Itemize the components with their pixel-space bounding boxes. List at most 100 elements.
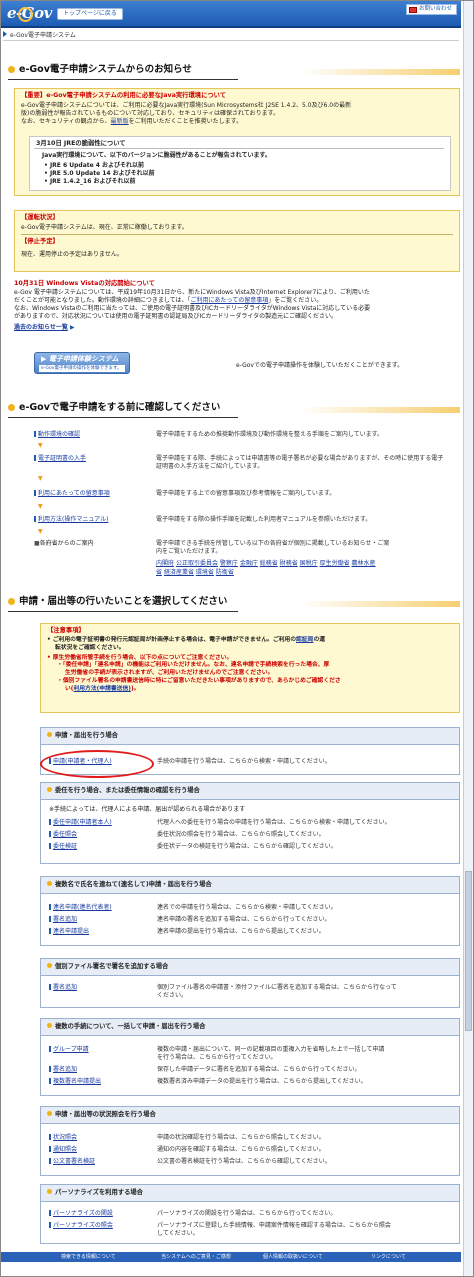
experience-system-button[interactable]: ▶ 電子申請体験システム e-Gov電子申請の操作を体験できます。 [34,352,130,374]
check-item-manual[interactable]: 利用方法(操作マニュアル) [34,516,109,524]
agency-link[interactable]: 警察庁 [220,560,238,567]
jre-version-list: • JRE 6 Update 4 およびそれ以前 • JRE 5.0 Updat… [44,162,155,186]
agency-link[interactable]: 内閣府 [156,560,174,567]
top-page-button[interactable]: トップページに戻る [57,8,123,20]
footer-link[interactable]: 検索できる情報について [61,1252,116,1262]
latest-version-link[interactable]: 最新版 [111,118,129,125]
check-item-link[interactable]: 利用方法(操作マニュアル) [38,516,109,523]
breadcrumb-text: e-Gov電子申請システム [10,32,76,39]
jre-version-item: • JRE 6 Update 4 およびそれ以前 [44,162,145,169]
footer-link[interactable]: 個人情報の取扱いについて [263,1252,323,1262]
past-news-row: 過去のお知らせ一覧 ▶ [14,324,460,332]
group-title: 複数の手続について、一括して申請・届出を行う場合 [55,1023,206,1030]
agency-links-row2: 省 経済産業省 環境省 防衛省 [156,569,456,577]
agency-links: 内閣府 公正取引委員会 警察庁 金融庁 総務省 財務省 国税庁 厚生労働省 農林… [156,560,456,568]
agency-link[interactable]: 環境省 [196,569,214,576]
check-item-link[interactable]: 利用にあたっての留意事項 [38,490,110,497]
agency-link[interactable]: 防衛省 [216,569,234,576]
group-header: 複数名で氏名を連ねて(連名して)申請・届出を行う場合 [41,877,459,894]
group-row-link[interactable]: パーソナライズの関設 [53,1210,113,1217]
agency-link[interactable]: 厚生労働省 [320,560,350,567]
group-row-desc: 委任状データの検証を行う場合は、こちらから確認してください。 [157,843,337,850]
agency-link[interactable]: 農林水産 [352,560,376,567]
experience-text: e-Govでの電子申請操作を体験していただくことができます。 [236,362,404,369]
agency-link[interactable]: 総務省 [260,560,278,567]
heading-underline [8,611,238,612]
footer-link[interactable]: リンクについて [371,1252,406,1262]
group-row-link[interactable]: 署名追加 [53,984,77,991]
check-item-cert[interactable]: 電子証明書の入手 [34,455,86,463]
caution-b2s2b: い(利用方法(申請書送信))。 [47,686,457,694]
group-title: 委任を行う場合、または委任情報の確認を行う場合 [55,787,200,794]
agency-link[interactable]: 経済産業省 [164,569,194,576]
group-row[interactable]: 委任申請(申請者本人) [49,819,112,827]
group-row[interactable]: 署名追加 [49,916,77,924]
agency-link[interactable]: 国税庁 [300,560,318,567]
inquiry-link[interactable]: お問い合わせ [405,4,457,15]
group-row-link[interactable]: 状況照会 [53,1134,77,1141]
vista-notice: 10月31日 Windows Vistaの対応開始について e-Gov 電子申請… [14,280,460,332]
agency-link[interactable]: 公正取引委員会 [176,560,218,567]
check-item-link[interactable]: 動作環境の確認 [38,431,80,438]
usage-notes-link[interactable]: ご利用にあたっての留意事項 [191,297,269,304]
group-row-desc: パーソナライズに登録した手続情報、申請案件情報を確認する場合は、こちらから照会 [157,1222,391,1229]
scrollbar-thumb[interactable] [465,871,472,1031]
group-row[interactable]: 署名追加 [49,1066,77,1074]
bullet-icon [8,65,15,73]
group-row[interactable]: 連名申請提出 [49,928,89,936]
group-row[interactable]: パーソナライズの照会 [49,1222,113,1230]
group-row-desc: を行う場合は、こちらから行ってください。 [157,1054,277,1061]
group-delegation: 委任を行う場合、または委任情報の確認を行う場合 ※手続によっては、代理人による申… [40,782,460,864]
group-row[interactable]: 署名追加 [49,984,77,992]
group-row[interactable]: 通知照会 [49,1146,77,1154]
group-row[interactable]: 委任照会 [49,831,77,839]
caution-text: の運 [313,637,326,643]
java-line3b: をご利用いただくことを推奨いたします。 [128,118,243,126]
check-item-link[interactable]: 電子証明書の入手 [38,455,86,462]
group-row[interactable]: 公文書署名検証 [49,1158,95,1166]
agency-link[interactable]: 金融庁 [240,560,258,567]
group-personalize: パーソナライズを利用する場合 パーソナライズの関設 パーソナライズの関設を行う場… [40,1184,460,1244]
check-item-desc: 電子申請をするための推奨動作環境及び動作環境を整える手順をご案内しています。 [156,431,384,438]
group-row[interactable]: パーソナライズの関設 [49,1210,113,1218]
usage-send-link[interactable]: 利用方法(申請書送信) [73,686,130,692]
group-row[interactable]: グループ申請 [49,1046,89,1054]
agency-link[interactable]: 省 [156,569,162,576]
group-row-link[interactable]: 複数署名申請提出 [53,1078,101,1085]
group-row[interactable]: 委任検証 [49,843,77,851]
link-bar-icon [49,1078,51,1084]
jre-version-text: JRE 1.4.2_16 およびそれ以前 [49,178,136,186]
group-row-link[interactable]: 委任検証 [53,843,77,850]
group-row-desc: 連名申請の署名を追加する場合は、こちらから行ってください。 [157,916,331,923]
group-row-link[interactable]: 署名追加 [53,916,77,923]
bullet-icon [47,1111,52,1116]
group-row[interactable]: 連名申請(連名代表者) [49,904,112,912]
group-row-link[interactable]: パーソナライズの照会 [53,1222,113,1229]
java-line1: e-Gov電子申請システムについては、ご利用に必要なJava実行環境(Sun M… [21,102,352,109]
check-item-notes[interactable]: 利用にあたっての留意事項 [34,490,110,498]
group-row-link[interactable]: 公文書署名検証 [53,1158,95,1165]
egov-logo[interactable]: e-Gov [7,3,53,25]
footer-link[interactable]: 当システムへのご意見・ご感想 [161,1252,231,1262]
agency-link[interactable]: 財務省 [280,560,298,567]
group-row-link[interactable]: 委任申請(申請者本人) [53,819,112,826]
link-bar-icon [49,1158,51,1164]
vista-line3: なお、Windows Vistaのご利用に当たっては、ご使用の電子証明書及びIC… [14,304,371,312]
group-row-link[interactable]: 署名追加 [53,1066,77,1073]
group-row[interactable]: 複数署名申請提出 [49,1078,101,1086]
group-title: 個別ファイル署名で署名を追加する場合 [55,963,169,970]
link-bar-icon [49,928,51,934]
group-row-link[interactable]: 委任照会 [53,831,77,838]
group-row-link[interactable]: 連名申請(連名代表者) [53,904,112,911]
group-row-link[interactable]: グループ申請 [53,1046,89,1053]
caution-box: 【注意事項】 • ご利用の電子証明書の発行元認証局が計画停止する場合は、電子申請… [40,623,460,713]
link-bar-icon [49,1046,51,1052]
group-row-link[interactable]: 通知照会 [53,1146,77,1153]
caution-title: 【注意事項】 [47,627,85,634]
ca-link[interactable]: 認証局 [296,637,313,643]
group-row-link[interactable]: 連名申請提出 [53,928,89,935]
check-item-env[interactable]: 動作環境の確認 [34,431,80,439]
past-news-link[interactable]: 過去のお知らせ一覧 [14,324,68,331]
group-row[interactable]: 状況照会 [49,1134,77,1142]
vertical-scrollbar[interactable] [463,1,473,1276]
